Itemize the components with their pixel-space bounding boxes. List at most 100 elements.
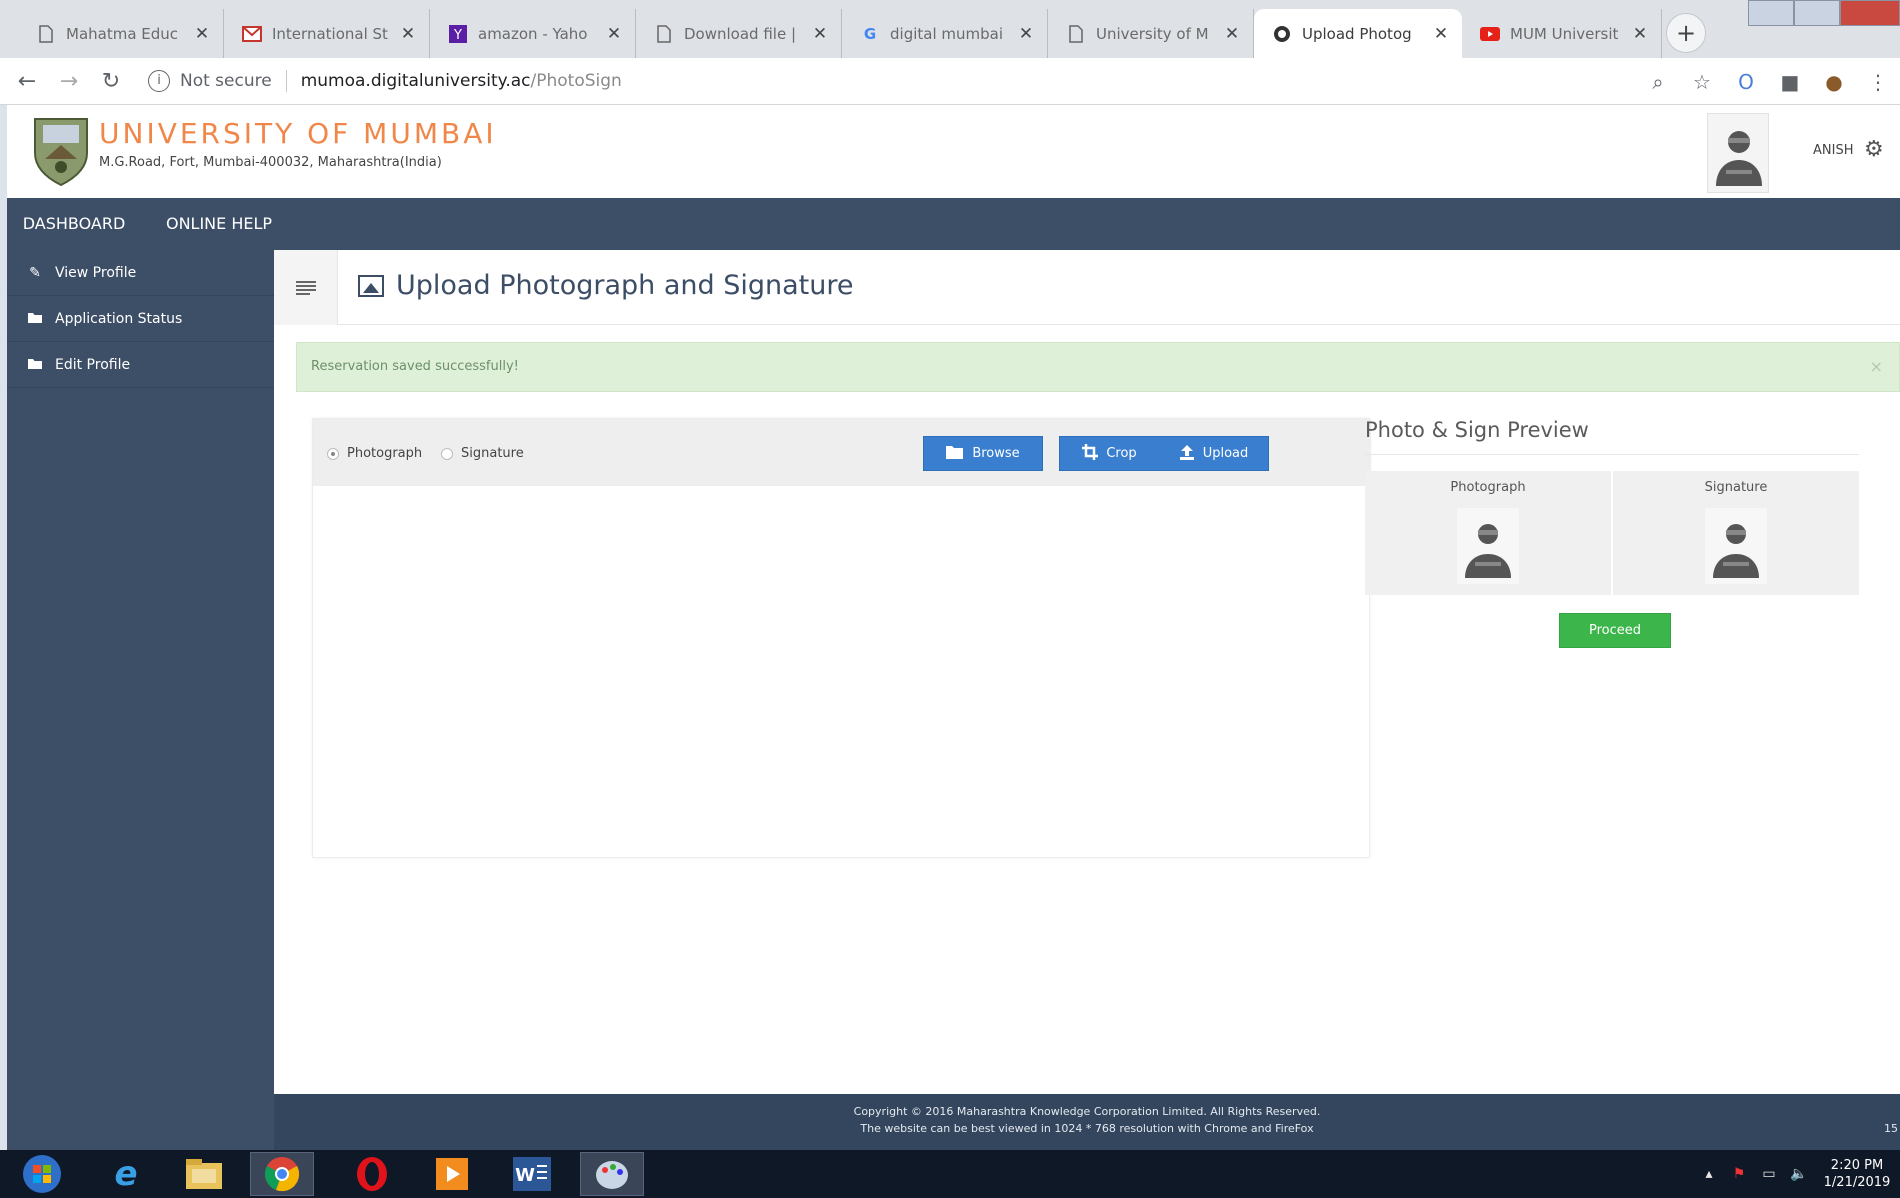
browser-tab[interactable]: Download file | ✕ [636,9,842,58]
close-tab-icon[interactable]: ✕ [1631,24,1649,44]
signature-preview: Signature [1613,471,1859,595]
google-icon: G [863,24,877,43]
page-title-text: Upload Photograph and Signature [396,270,854,301]
start-button[interactable] [10,1152,74,1196]
bookmark-star-icon[interactable]: ☆ [1680,70,1724,94]
radio-button[interactable] [441,447,453,460]
yahoo-icon: Y [448,24,468,44]
address-bar: ← → ↻ i Not secure mumoa.digitaluniversi… [0,58,1900,105]
toolbar-icons: ⌕ ☆ O ■ ● ⋮ [1636,58,1900,105]
main-content: Upload Photograph and Signature Reservat… [274,250,1900,1094]
clock[interactable]: 2:20 PM 1/21/2019 [1814,1157,1900,1191]
forward-icon[interactable]: → [54,69,84,94]
preview-label: Signature [1704,480,1768,495]
button-label: Browse [972,446,1020,461]
maximize-button[interactable] [1794,0,1840,26]
svg-text:Y: Y [453,28,462,43]
gmail-icon [242,24,262,44]
sidebar-item-label: View Profile [55,264,137,281]
pencil-icon: ✎ [29,264,41,281]
window-close-button[interactable] [1840,0,1900,26]
university-logo [29,115,93,187]
upload-button[interactable]: Upload [1159,436,1269,471]
photograph-preview: Photograph [1365,471,1611,595]
close-tab-icon[interactable]: ✕ [399,24,417,44]
word-icon[interactable]: W [500,1152,564,1196]
browse-button[interactable]: Browse [923,436,1043,471]
page-icon [36,24,56,44]
divider [1365,454,1859,455]
sidebar-item-application-status[interactable]: Application Status [7,296,274,342]
tab-title: MUM Universit [1510,24,1619,43]
internet-explorer-icon[interactable]: e [94,1152,158,1196]
sidebar-item-view-profile[interactable]: ✎ View Profile [7,250,274,296]
user-name[interactable]: ANISH [1813,143,1853,158]
divider [285,70,287,92]
nav-online-help[interactable]: ONLINE HELP [149,198,289,250]
svg-text:W: W [515,1165,535,1186]
window-controls [1748,0,1900,26]
close-tab-icon[interactable]: ✕ [1223,24,1241,44]
back-icon[interactable]: ← [12,69,42,94]
settings-gear-icon[interactable]: ⚙ [1864,137,1884,162]
upload-toolbar: Photograph Signature Browse Crop Upload [313,419,1371,486]
url-field[interactable]: i Not secure mumoa.digitaluniversity.ac … [148,65,622,97]
sidebar-item-edit-profile[interactable]: Edit Profile [7,342,274,388]
folder-icon [27,311,43,327]
radio-label: Photograph [347,446,423,461]
network-icon[interactable]: ▭ [1754,1166,1784,1182]
zoom-icon[interactable]: ⌕ [1636,70,1680,94]
browser-tab-active[interactable]: Upload Photog ✕ [1254,9,1462,58]
reload-icon[interactable]: ↻ [96,69,126,94]
menu-toggle-icon[interactable] [274,250,338,325]
user-avatar[interactable] [1707,113,1769,193]
windows-taskbar: e W ▴ ⚑ ▭ 🔈 2:20 PM 1/21/2019 [0,1150,1900,1198]
university-address: M.G.Road, Fort, Mumbai-400032, Maharasht… [99,155,442,170]
browser-tab[interactable]: MUM Universit ✕ [1462,9,1662,58]
info-icon[interactable]: i [148,70,170,92]
url-host: mumoa.digitaluniversity.ac [300,71,531,91]
tab-title: Download file | [684,24,796,43]
tab-title: Mahatma Educ [66,24,179,43]
radio-button[interactable] [327,447,339,460]
site-icon [1272,24,1292,44]
volume-icon[interactable]: 🔈 [1784,1166,1814,1182]
profile-avatar-icon[interactable]: ● [1812,70,1856,94]
tab-title: Upload Photog [1302,24,1412,43]
browser-tab[interactable]: International St ✕ [224,9,430,58]
show-hidden-icons-icon[interactable]: ▴ [1694,1166,1724,1182]
nav-dashboard[interactable]: DASHBOARD [7,198,141,250]
opera-icon[interactable] [340,1152,404,1196]
crop-button[interactable]: Crop [1059,436,1159,471]
paint-icon[interactable] [580,1152,644,1196]
radio-signature[interactable]: Signature [441,446,524,461]
browser-tab[interactable]: University of M ✕ [1048,9,1254,58]
copyright-text: Copyright © 2016 Maharashtra Knowledge C… [853,1105,1321,1118]
action-center-flag-icon[interactable]: ⚑ [1724,1166,1754,1182]
close-tab-icon[interactable]: ✕ [811,24,829,44]
chrome-icon[interactable] [250,1152,314,1196]
media-player-icon[interactable] [420,1152,484,1196]
placeholder-avatar-icon [1705,508,1767,584]
browser-tab[interactable]: G digital mumbai ✕ [842,9,1048,58]
file-explorer-icon[interactable] [172,1152,236,1196]
close-tab-icon[interactable]: ✕ [193,24,211,44]
close-tab-icon[interactable]: ✕ [1432,24,1450,44]
opera-extension-icon[interactable]: O [1724,70,1768,94]
menu-dots-icon[interactable]: ⋮ [1856,70,1900,94]
browser-tab[interactable]: Y amazon - Yaho ✕ [430,9,636,58]
minimize-button[interactable] [1748,0,1794,26]
new-tab-button[interactable]: + [1666,13,1706,53]
extension-icon[interactable]: ■ [1768,70,1812,94]
youtube-icon [1480,24,1500,44]
sidebar-item-label: Application Status [55,310,183,327]
browser-note: The website can be best viewed in 1024 *… [860,1122,1314,1135]
close-tab-icon[interactable]: ✕ [605,24,623,44]
close-tab-icon[interactable]: ✕ [1017,24,1035,44]
proceed-button[interactable]: Proceed [1559,613,1671,648]
browser-tab[interactable]: Mahatma Educ ✕ [18,9,224,58]
alert-close-icon[interactable]: × [1870,343,1883,391]
picture-icon [358,274,384,297]
radio-photograph[interactable]: Photograph [327,446,422,461]
button-label: Crop [1106,446,1137,461]
